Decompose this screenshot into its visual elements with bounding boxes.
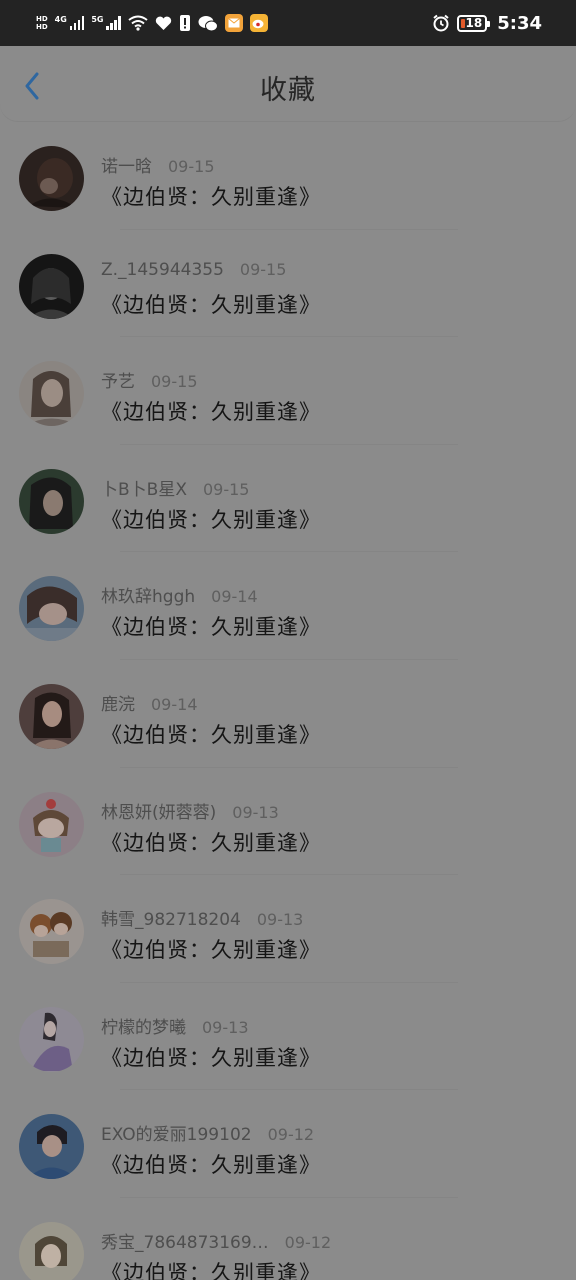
username[interactable]: 诺一晗 [101,152,152,177]
post-title[interactable]: 《边伯贤：久别重逢》 [101,1149,321,1179]
avatar[interactable] [19,1006,84,1072]
avatar[interactable] [19,361,84,427]
date: 09-14 [211,587,258,607]
clock: 5:34 [497,12,542,34]
list-item[interactable]: 林恩妍(妍蓉蓉) 09-13 《边伯贤：久别重逢》 [0,768,576,876]
post-title[interactable]: 《边伯贤：久别重逢》 [101,1042,321,1072]
hd-icon: HD HD [36,14,48,31]
list-item[interactable]: 鹿浣 09-14 《边伯贤：久别重逢》 [0,660,576,768]
post-title[interactable]: 《边伯贤：久别重逢》 [101,934,321,964]
item-meta: Z._145944355 09-15 [101,260,286,280]
avatar[interactable] [19,1114,84,1180]
item-meta: 林恩妍(妍蓉蓉) 09-13 [101,798,279,823]
status-bar: HD HD 4G 5G 18 5:34 [0,0,576,46]
date: 09-13 [202,1017,249,1037]
username[interactable]: 鹿浣 [101,690,135,715]
post-title[interactable]: 《边伯贤：久别重逢》 [101,181,321,211]
username[interactable]: Z._145944355 [101,260,224,280]
post-title[interactable]: 《边伯贤：久别重逢》 [101,719,321,749]
date: 09-12 [284,1232,332,1252]
alarm-icon [432,14,450,32]
list-item[interactable]: Z._145944355 09-15 《边伯贤：久别重逢》 [0,230,576,338]
item-meta: 林玖辞hggh 09-14 [101,582,258,607]
username[interactable]: 卜B卜B星X [101,475,187,500]
post-title[interactable]: 《边伯贤：久别重逢》 [101,396,321,426]
avatar[interactable] [19,683,84,749]
screen: HD HD 4G 5G 18 5:34 收藏 诺一晗 09-15 《边伯贤：久别… [0,0,576,1280]
weibo-icon [249,14,268,32]
list-item[interactable]: 林玖辞hggh 09-14 《边伯贤：久别重逢》 [0,552,576,660]
status-right-icons: 18 5:34 [432,13,542,34]
favorites-list: 诺一晗 09-15 《边伯贤：久别重逢》 Z._145944355 09-15 … [0,122,576,1280]
username[interactable]: 韩雪_982718204 [101,905,241,930]
avatar[interactable] [19,468,84,534]
username[interactable]: EXO的爱丽199102 [101,1120,252,1145]
status-left-icons: HD HD 4G 5G [36,14,268,32]
signal-icon-2 [106,16,121,30]
username[interactable]: 柠檬的梦曦 [101,1013,186,1038]
header: 收藏 [0,46,576,122]
page-title: 收藏 [260,75,316,106]
date: 09-15 [202,479,250,499]
list-item[interactable]: 韩雪_982718204 09-13 《边伯贤：久别重逢》 [0,875,576,983]
wifi-icon [128,15,148,31]
item-meta: EXO的爱丽199102 09-12 [101,1120,314,1145]
post-title[interactable]: 《边伯贤：久别重逢》 [101,611,321,641]
date: 09-15 [239,259,287,279]
list-item[interactable]: 秀宝_7864873169… 09-12 《边伯贤：久别重逢》 [0,1198,576,1280]
date: 09-13 [232,802,279,822]
post-title[interactable]: 《边伯贤：久别重逢》 [101,289,321,319]
date: 09-12 [267,1125,315,1145]
username[interactable]: 秀宝_7864873169… [101,1228,269,1253]
avatar[interactable] [19,576,84,642]
avatar[interactable] [19,1221,84,1280]
date: 09-15 [151,372,198,392]
wechat-icon [198,15,218,32]
list-item[interactable]: 柠檬的梦曦 09-13 《边伯贤：久别重逢》 [0,983,576,1091]
list-item[interactable]: 予艺 09-15 《边伯贤：久别重逢》 [0,337,576,445]
post-title[interactable]: 《边伯贤：久别重逢》 [101,504,321,534]
network-type-label-2: 5G [91,14,104,24]
item-meta: 秀宝_7864873169… 09-12 [101,1228,331,1253]
avatar[interactable] [19,253,84,319]
date: 09-15 [168,157,215,176]
item-meta: 韩雪_982718204 09-13 [101,905,303,930]
item-meta: 鹿浣 09-14 [101,690,198,715]
alert-icon [179,14,191,32]
username[interactable]: 予艺 [101,367,135,392]
battery-icon: 18 [457,14,491,32]
avatar[interactable] [19,899,84,965]
item-meta: 柠檬的梦曦 09-13 [101,1013,249,1038]
date: 09-13 [256,910,304,930]
date: 09-14 [151,694,198,714]
avatar[interactable] [19,791,84,857]
post-title[interactable]: 《边伯贤：久别重逢》 [101,1257,321,1280]
list-item[interactable]: 诺一晗 09-15 《边伯贤：久别重逢》 [0,122,576,230]
post-title[interactable]: 《边伯贤：久别重逢》 [101,827,321,857]
item-meta: 卜B卜B星X 09-15 [101,475,249,500]
username[interactable]: 林恩妍(妍蓉蓉) [101,798,216,823]
item-meta: 予艺 09-15 [101,367,198,392]
list-item[interactable]: EXO的爱丽199102 09-12 《边伯贤：久别重逢》 [0,1090,576,1198]
mail-app-icon [224,14,243,32]
heart-icon [155,16,172,31]
network-type-label: 4G [54,14,67,24]
avatar[interactable] [19,146,84,211]
item-meta: 诺一晗 09-15 [101,152,215,177]
username[interactable]: 林玖辞hggh [101,582,195,607]
list-item[interactable]: 卜B卜B星X 09-15 《边伯贤：久别重逢》 [0,445,576,553]
signal-icon [69,16,85,30]
